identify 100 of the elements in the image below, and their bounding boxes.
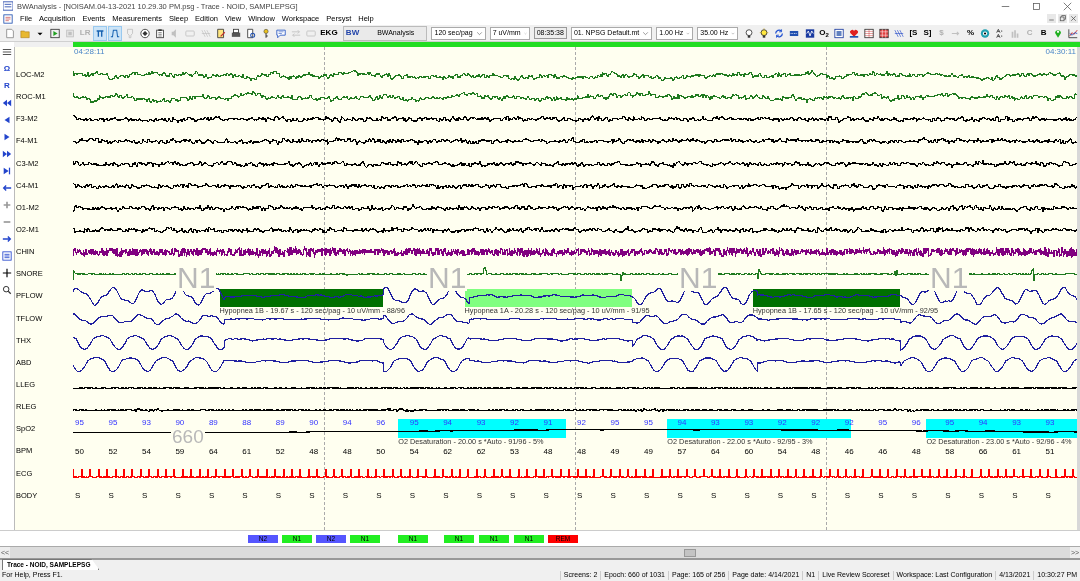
logo: BW [345,28,360,38]
right-arrow-icon [2,234,12,244]
toolbar-button[interactable]: % [963,25,977,41]
spo2-value: 94 [341,418,353,428]
event-marker[interactable] [219,288,384,307]
sidebar-button[interactable] [1,46,13,58]
play-icon [50,27,61,39]
toolbar-button[interactable]: EKG [319,25,339,41]
body-position-value: S [174,491,182,501]
heart-rate-value: 50 [375,446,387,456]
body-position-value: S [107,491,115,501]
key-icon [260,27,271,39]
body-position-value: S [642,491,651,501]
body-position-value: S [776,491,785,501]
sidebar-button[interactable] [1,267,13,279]
body-position-value: S [743,491,751,501]
spo2-value: 92 [810,418,822,428]
body-position-value: S [676,491,684,501]
event-marker[interactable] [398,419,566,439]
spo2-value: 94 [977,418,989,428]
square-icon [65,27,76,39]
spo2-value: 89 [207,418,219,428]
body-position-value: S [241,491,249,501]
sidebar-button[interactable] [1,148,13,160]
heart-rate-value: 49 [642,446,654,456]
caret-icon [475,29,483,37]
edit-document-icon [215,27,226,39]
spo2-value: 94 [676,418,688,428]
spo2-value: 95 [877,418,889,428]
spo2-value: 90 [174,418,186,428]
lightbulb-icon [759,27,770,39]
body-position-value: S [308,491,316,501]
speech-bubble-icon [275,27,286,39]
heart-rate-value: 46 [877,446,889,456]
body-position-value: S [442,491,450,501]
body-position-value: S [810,491,818,501]
heart-rate-value: 48 [341,446,353,456]
sidebar-button[interactable]: Ω [1,63,13,75]
heart-rate-value: 54 [776,446,788,456]
clipboard-icon [155,27,166,39]
close-icon[interactable] [1063,1,1072,11]
folder-icon [20,27,31,39]
spo2-value: 95 [642,418,654,428]
event-marker[interactable] [926,419,1077,439]
body-position-value: S [609,491,617,501]
fast-forward-icon [2,149,12,159]
body-position-value: S [977,491,985,501]
body-position-value: S [1011,491,1019,501]
sidebar-button[interactable] [1,97,13,109]
map-pin-icon [1053,27,1064,39]
close-icon[interactable] [1069,14,1078,23]
sidebar-button[interactable]: R [1,80,13,92]
body-position-value: S [140,491,149,501]
heart-rate-value: 48 [810,446,822,456]
previous-icon [2,115,12,125]
body-position-value: S [375,491,383,501]
body-position-value: S [207,491,216,501]
caret-icon [642,29,650,37]
heart-rate-value: 59 [174,446,186,456]
body-position-value: S [542,491,550,501]
heart-rate-value: 52 [274,446,286,456]
event-marker[interactable] [464,288,633,307]
maximize-icon[interactable] [1032,1,1041,11]
lamp-icon [125,27,136,39]
sidebar-button[interactable] [1,233,13,245]
grid-icon [863,27,874,39]
grid-icon [878,27,889,39]
scroll-thumb[interactable] [684,548,696,557]
toolbar-button[interactable]: B [1037,25,1051,41]
heart-rate-value: 53 [509,446,520,456]
spo2-value: 91 [542,418,554,428]
sidebar-button[interactable] [1,284,13,296]
sidebar-button[interactable] [1,165,13,177]
heart-rate-value: 60 [743,446,755,456]
menu-icon [2,47,12,57]
spo2-value: 94 [442,418,454,428]
lightbulb-icon [744,27,755,39]
print-preview-icon [245,27,256,39]
next-icon [2,132,12,142]
event-marker[interactable] [667,419,852,439]
heart-rate-value: 61 [241,446,253,456]
body-position-value: S [341,491,350,501]
sidebar-button[interactable] [1,182,13,194]
pulse-icon [110,27,121,39]
stage-watermark: N1 [176,265,217,291]
body-position-value: S [509,491,517,501]
toolbar-button[interactable]: O$_{2}$ [817,25,831,41]
search-icon [2,285,12,295]
bar-chart-icon [1010,27,1021,39]
toolbar-button[interactable]: [S [906,25,920,41]
spo2-value: 92 [776,418,788,428]
spo2-value: 90 [308,418,320,428]
spo2-value: 93 [743,418,755,428]
spo2-value: 96 [375,418,387,428]
toolbar-button[interactable]: S] [920,25,934,41]
restore-icon[interactable] [1058,14,1067,23]
spo2-value: 95 [944,418,956,428]
heart-rate-value: 62 [475,446,487,456]
event-marker[interactable] [752,288,901,307]
heart-rate-value: 66 [977,446,989,456]
